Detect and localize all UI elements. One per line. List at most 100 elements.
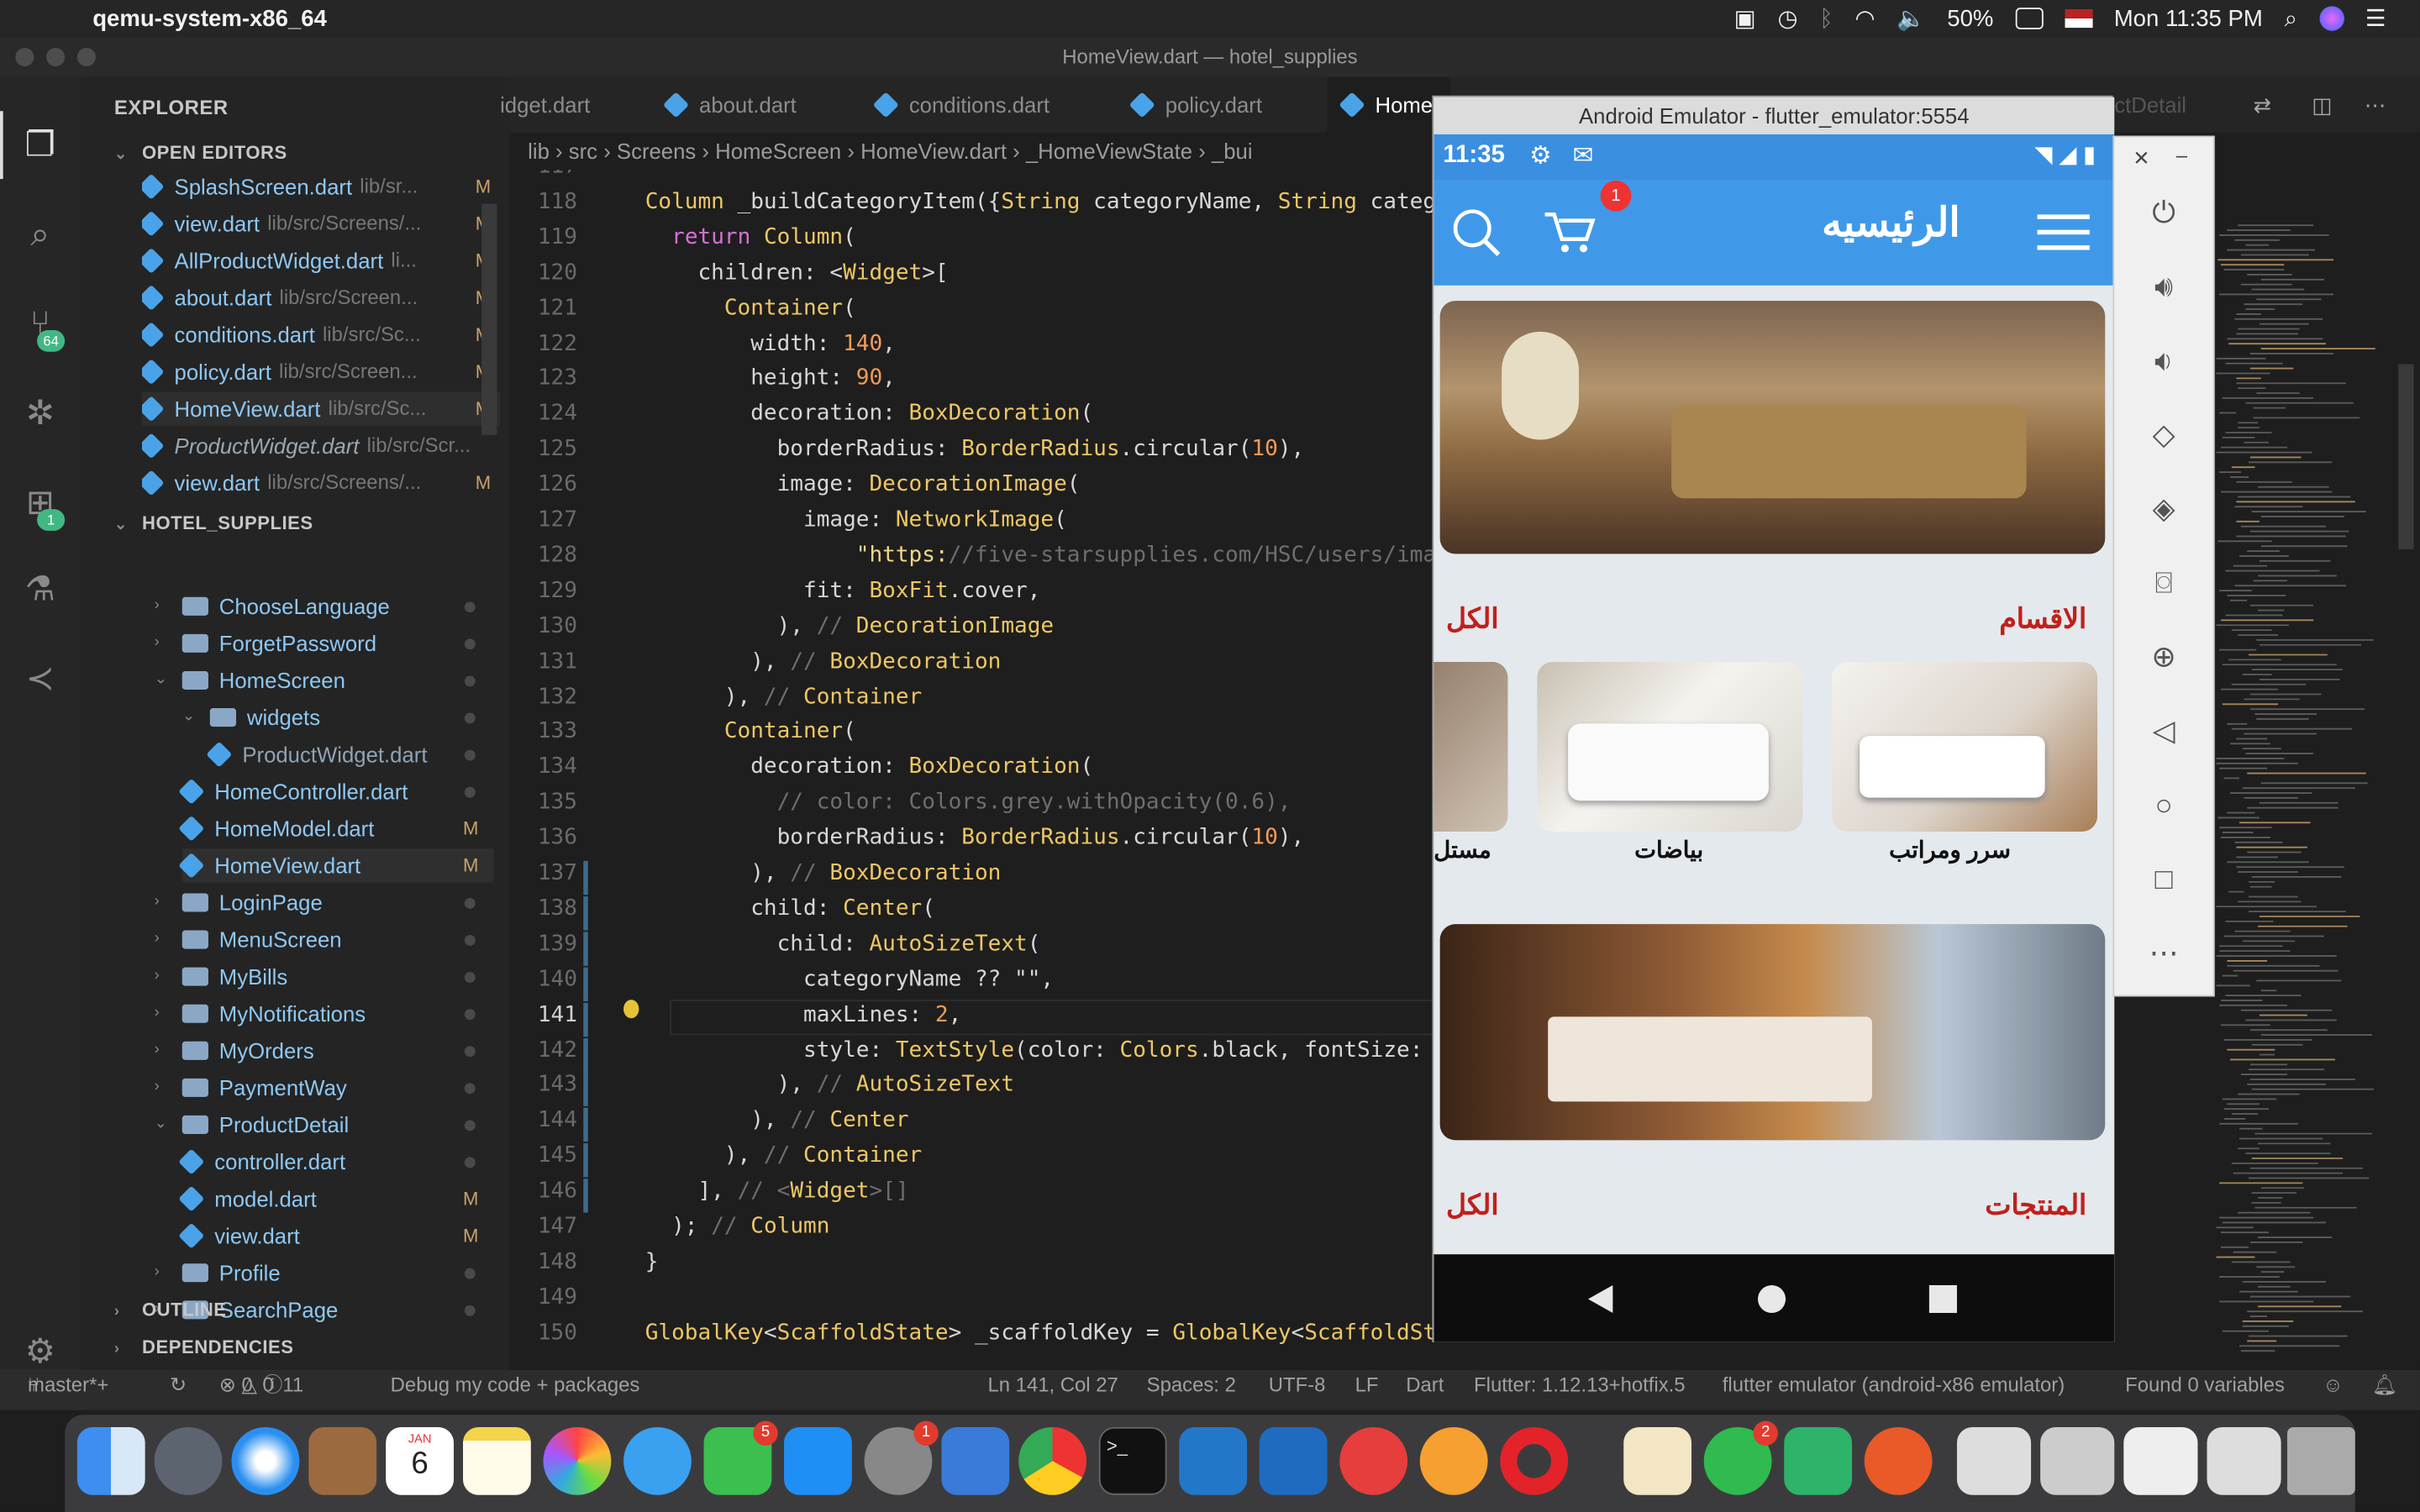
vscode-icon[interactable] [1179,1426,1248,1495]
phone-screen[interactable]: 11:35 ⚙ ✉ ◥ ◢ ▮ 1 الرئيسيه الاقسام الكل [1434,134,2115,1342]
code-line[interactable]: GlobalKey<ScaffoldState> _scaffoldKey = … [645,1320,1435,1345]
terminal-icon[interactable]: >_ [1098,1426,1167,1495]
notifications-bell-icon[interactable]: 🔔︎ [2372,1370,2397,1401]
category-linens-image[interactable] [1537,661,1803,832]
sidebar-scrollbar[interactable] [481,203,497,435]
flutter-icon[interactable]: ≺ [18,657,61,700]
line-endings[interactable]: LF [1355,1370,1379,1401]
open-editor-item[interactable]: policy.dartlib/src/Screen...M [141,354,500,388]
tab-policy[interactable]: policy.dart [1128,77,1262,133]
code-line[interactable]: child: AutoSizeText( [645,932,1041,956]
folder-item[interactable]: ⌄ HomeScreen [155,664,494,697]
battery-icon[interactable] [2015,8,2044,29]
trash-icon[interactable] [2286,1426,2355,1495]
notes-icon[interactable] [463,1426,531,1495]
code-line[interactable]: child: Center( [645,896,935,921]
battery-percent[interactable]: 50% [1947,5,1993,31]
folder-item[interactable]: › ForgetPassword [155,627,494,660]
overview-icon[interactable]: □ [2145,863,2182,900]
pencil-app-icon[interactable] [1864,1426,1933,1495]
file-item[interactable]: controller.dart [178,1145,494,1179]
hamburger-menu-icon[interactable] [2037,214,2090,251]
testing-flask-icon[interactable]: ⚗ [18,568,61,611]
code-line[interactable]: style: TextStyle(color: Colors.black, fo… [645,1037,1435,1062]
cart-icon[interactable] [1542,205,1597,257]
folder-item[interactable]: ⌄ widgets [182,701,494,734]
back-icon[interactable] [1585,1282,1616,1315]
open-editor-item[interactable]: about.dartlib/src/Screen...M [141,281,500,314]
siri-icon[interactable] [2318,6,2344,31]
code-line[interactable]: } [645,1250,659,1274]
screen-mirroring-icon[interactable]: ▣ [1734,5,1756,32]
code-line[interactable]: ), // DecorationImage [645,613,1054,638]
minimize-window-button[interactable] [46,47,66,66]
tab-widget[interactable]: idget.dart [500,77,590,133]
code-line[interactable]: decoration: BoxDecoration( [645,402,1093,426]
folder-item[interactable]: › MyBills [155,959,494,993]
code-line[interactable]: "https://five-starsupplies.com/HSC/users… [645,543,1435,567]
open-editor-item[interactable]: view.dart lib/src/Screens/... M [141,466,500,500]
file-item[interactable]: HomeController.dart [178,774,494,808]
more-actions-icon[interactable]: ⋯ [2365,77,2386,133]
code-line[interactable]: Container( [645,720,856,744]
messages-icon[interactable] [623,1426,692,1495]
app-store-icon[interactable] [784,1426,852,1495]
minimap[interactable] [2210,132,2420,1368]
zoom-window-button[interactable] [76,47,96,66]
open-editor-item[interactable]: SplashScreen.dart lib/sr... M [141,170,500,203]
file-item[interactable]: view.dart [178,1219,494,1252]
banner-image-living-room[interactable] [1439,301,2106,554]
calendar-icon[interactable]: JAN 6 [386,1426,454,1495]
split-editor-icon[interactable]: ◫ [2312,77,2332,133]
wifi-icon[interactable]: ◠ [1854,5,1875,32]
contacts-icon[interactable] [308,1426,377,1495]
open-editor-item[interactable]: conditions.dartlib/src/Sc...M [141,318,500,351]
code-line[interactable]: height: 90, [645,366,896,391]
file-item[interactable]: HomeView.dart [178,848,494,883]
recents-icon[interactable] [1928,1284,1959,1315]
folder-item[interactable]: › Profile [155,1256,494,1289]
code-line[interactable]: categoryName ?? "", [645,967,1054,991]
breadcrumb-item[interactable]: src [569,139,597,163]
spotlight-search-icon[interactable]: ⌕ [2285,5,2297,31]
code-line[interactable]: width: 140, [645,331,896,355]
folder-item[interactable]: › MyOrders [155,1034,494,1068]
lightbulb-icon[interactable] [623,1000,639,1019]
folder-item[interactable]: › LoginPage [155,885,494,919]
tab-about[interactable]: about.dart [662,77,797,133]
finder-icon[interactable] [76,1426,145,1495]
breadcrumb-item[interactable]: _HomeViewState [1026,139,1192,163]
tab-conditions[interactable]: conditions.dart [872,77,1050,133]
debug-mode[interactable]: Debug my code + packages [391,1370,640,1401]
postman-icon[interactable] [1419,1426,1488,1495]
chrome-icon[interactable] [1018,1426,1087,1495]
home-icon[interactable]: ○ [2145,789,2182,826]
menu-clock[interactable]: Mon 11:35 PM [2114,5,2263,31]
volume-down-icon[interactable]: 🔉︎ [2145,344,2182,381]
flutter-version[interactable]: Flutter: 1.12.13+hotfix.5 [1474,1370,1686,1401]
trello-icon[interactable] [1259,1426,1328,1495]
categories-see-all[interactable]: الكل [1446,603,1499,636]
language-mode[interactable]: Dart [1406,1370,1444,1401]
code-line[interactable]: ); // Column [645,1214,829,1238]
facetime-icon[interactable]: 5 [703,1420,778,1495]
home-icon[interactable] [1756,1284,1787,1315]
window-thumbnail[interactable] [2207,1426,2281,1495]
code-line[interactable]: Column _buildCategoryItem({String catego… [645,190,1435,214]
tab-productdetail[interactable]: ctDetail [2114,77,2186,133]
folder-item[interactable]: › PaymentWay [155,1071,494,1105]
pages-icon[interactable] [1623,1426,1692,1495]
file-item[interactable]: HomeModel.dart [178,811,494,845]
indentation[interactable]: Spaces: 2 [1147,1370,1236,1401]
feedback-icon[interactable]: ☺ [2323,1370,2343,1401]
back-icon[interactable]: ◁ [2145,714,2182,751]
category-supplies-image[interactable] [1434,661,1508,832]
code-line[interactable]: image: DecorationImage( [645,472,1081,496]
time-machine-icon[interactable]: ◷ [1777,5,1797,32]
open-editors-header[interactable]: ⌄ OPEN EDITORS [114,142,287,164]
project-header[interactable]: ⌄ HOTEL_SUPPLIES [114,512,313,534]
code-line[interactable]: fit: BoxFit.cover, [645,578,1040,602]
code-line[interactable]: Container( [645,296,856,320]
dependencies-header[interactable]: › DEPENDENCIES [114,1336,294,1358]
more-options-icon[interactable]: ⋯ [2145,937,2182,974]
